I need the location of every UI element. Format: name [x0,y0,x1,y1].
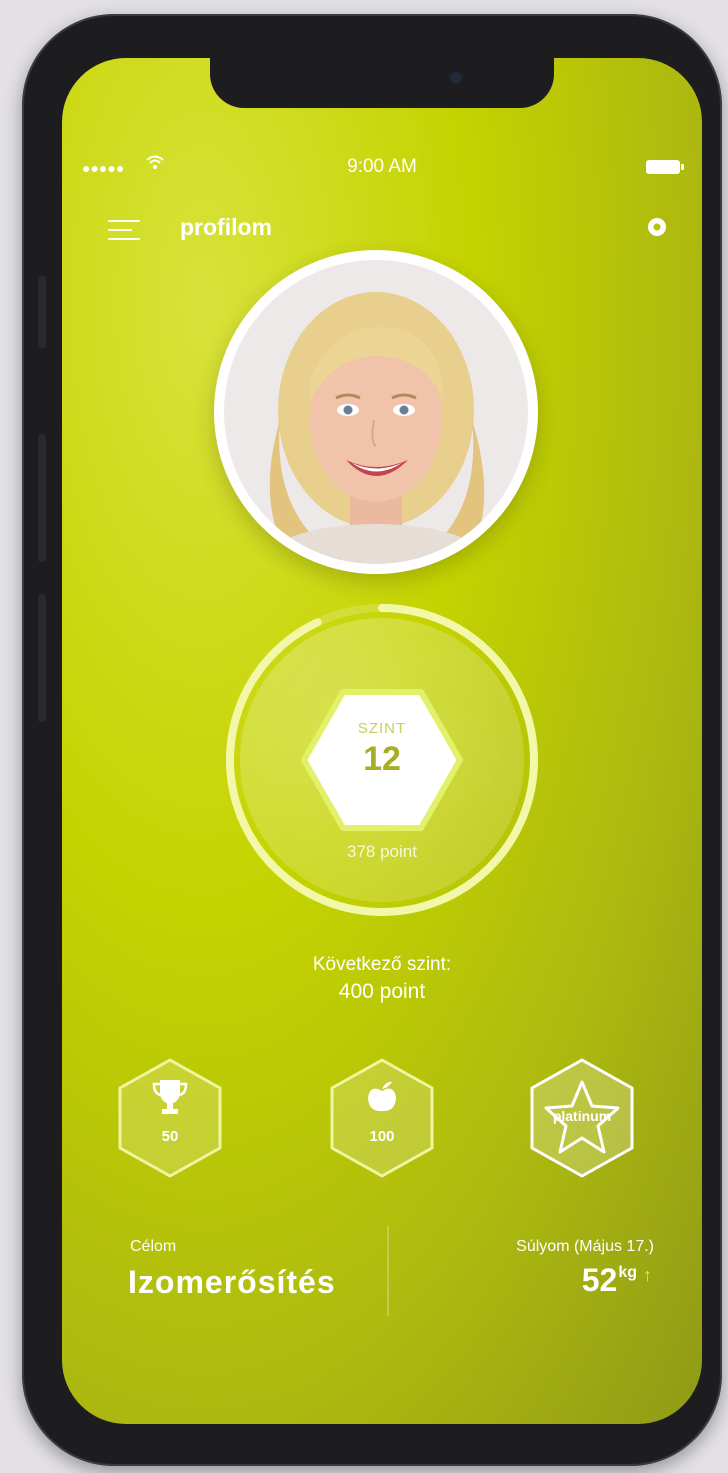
status-time: 9:00 AM [347,156,417,177]
menu-icon[interactable] [108,218,140,242]
page-title: profilom [180,214,272,240]
notch [210,58,554,108]
divider [387,1226,389,1316]
status-bar: ●●●●● 9:00 AM [62,155,702,180]
arrow-up-icon: ↑ [643,1265,652,1285]
next-level-label: Következő szint: [312,954,452,975]
weight-label: Súlyom (Május 17.) [516,1238,654,1255]
badge-50[interactable]: 50 [108,1056,232,1180]
badge-100[interactable]: 100 [320,1056,444,1180]
battery-icon [646,160,684,174]
badge-platinum[interactable]: platinum [520,1056,644,1180]
badge-label: platinum [552,1108,612,1124]
goal-label: Célom [130,1238,177,1255]
points-value: 378 point [347,842,417,861]
volume-down-button [38,594,46,722]
mute-switch [38,276,46,348]
level-progress: SZINT 12 378 point [220,598,544,922]
gear-icon[interactable] [646,216,668,238]
trophy-icon [152,1080,188,1114]
apple-icon [368,1081,396,1112]
weight-display: 52kg ↑ [582,1262,652,1299]
level-label: SZINT [357,720,407,737]
goal-value: Izomerősítés [128,1264,336,1300]
avatar[interactable] [214,250,538,574]
camera [450,72,462,84]
next-level-value: 400 point [338,980,426,1003]
top-bar: profilom [62,208,702,248]
level-value: 12 [363,740,401,778]
weight-value: 52 [581,1262,618,1298]
volume-up-button [38,434,46,562]
weight-unit: kg [618,1264,637,1281]
badge-label: 50 [161,1128,179,1145]
badge-label: 100 [369,1128,395,1145]
avatar-photo [224,260,528,564]
app-screen: ●●●●● 9:00 AM profilom SZINT 12 378 poin… [62,58,702,1424]
